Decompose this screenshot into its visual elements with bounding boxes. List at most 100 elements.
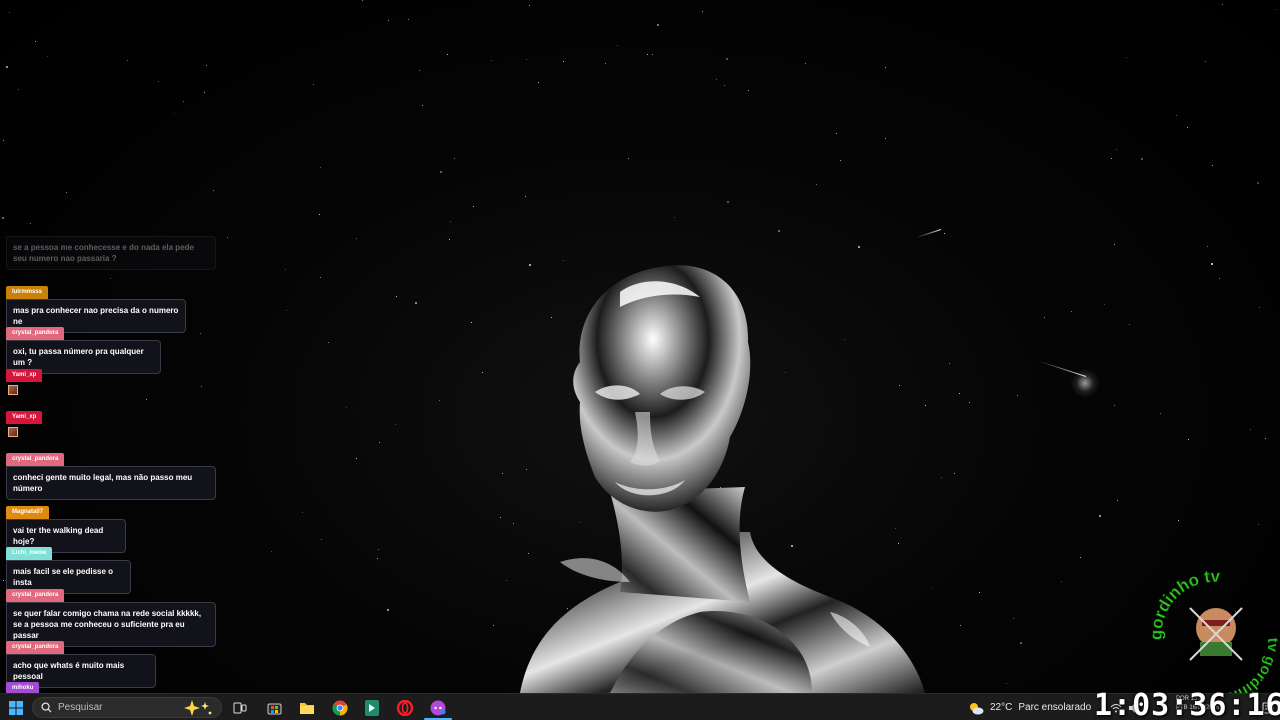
star bbox=[605, 63, 606, 64]
chrome-icon[interactable] bbox=[330, 698, 350, 717]
task-view-icon[interactable] bbox=[230, 698, 250, 717]
star bbox=[47, 56, 48, 57]
star bbox=[652, 54, 653, 55]
star bbox=[1061, 581, 1062, 582]
star bbox=[944, 233, 945, 234]
star bbox=[1188, 439, 1189, 440]
star bbox=[959, 393, 960, 394]
star bbox=[319, 214, 320, 215]
star bbox=[356, 238, 357, 239]
star bbox=[1250, 429, 1251, 430]
star bbox=[3, 140, 4, 141]
star bbox=[885, 138, 886, 139]
meteor-streak-small bbox=[916, 229, 942, 239]
star bbox=[493, 625, 494, 626]
microsoft-store-icon[interactable] bbox=[264, 698, 284, 717]
star bbox=[960, 625, 961, 626]
chat-username: crystal_pandora bbox=[6, 453, 65, 466]
copilot-sparkle-icon[interactable] bbox=[176, 698, 216, 717]
star bbox=[201, 386, 202, 387]
star bbox=[440, 171, 442, 173]
star bbox=[1126, 57, 1127, 58]
file-explorer-icon[interactable] bbox=[297, 698, 317, 717]
chat-message: Yami_xp bbox=[6, 363, 43, 398]
star bbox=[491, 60, 492, 61]
star bbox=[35, 41, 36, 42]
star bbox=[200, 333, 201, 334]
star bbox=[415, 302, 417, 304]
star bbox=[1104, 304, 1105, 305]
star bbox=[1071, 311, 1072, 312]
green-app-icon[interactable] bbox=[362, 698, 382, 717]
star bbox=[816, 184, 817, 185]
star bbox=[356, 458, 357, 459]
windows-start-icon[interactable] bbox=[6, 698, 26, 717]
star bbox=[1258, 524, 1259, 525]
star bbox=[387, 609, 389, 611]
star bbox=[378, 549, 379, 550]
star bbox=[1178, 520, 1179, 521]
star bbox=[1212, 165, 1213, 166]
chat-username: luirmmsss bbox=[6, 286, 49, 299]
star bbox=[377, 558, 378, 559]
chat-username: crystal_pandora bbox=[6, 327, 65, 340]
star bbox=[941, 477, 942, 478]
chat-message: Yami_xp bbox=[6, 405, 43, 440]
star bbox=[482, 372, 483, 373]
star bbox=[110, 278, 111, 279]
star bbox=[1141, 158, 1143, 160]
star bbox=[271, 551, 272, 552]
emote-icon bbox=[8, 427, 18, 437]
star bbox=[286, 310, 287, 311]
star bbox=[174, 113, 175, 114]
discord-icon[interactable] bbox=[428, 698, 448, 717]
chat-emote-bubble bbox=[6, 382, 42, 398]
star bbox=[563, 260, 564, 261]
star bbox=[1013, 618, 1014, 619]
star bbox=[1205, 61, 1206, 62]
star bbox=[1099, 515, 1101, 517]
star bbox=[1020, 642, 1022, 644]
chat-username: crystal_pandora bbox=[6, 641, 65, 654]
star bbox=[227, 237, 228, 238]
star bbox=[1211, 263, 1213, 265]
star bbox=[18, 89, 19, 90]
star bbox=[979, 592, 980, 593]
star bbox=[396, 296, 397, 297]
star bbox=[1257, 182, 1259, 184]
star bbox=[647, 54, 648, 55]
opera-icon[interactable] bbox=[395, 698, 415, 717]
weather-temp: 22°C bbox=[990, 702, 1013, 713]
star bbox=[1276, 9, 1277, 10]
star bbox=[379, 442, 380, 443]
star bbox=[1080, 557, 1081, 558]
star bbox=[2, 217, 4, 219]
star bbox=[1259, 307, 1260, 308]
star bbox=[748, 90, 749, 91]
star bbox=[840, 160, 841, 161]
star bbox=[30, 223, 31, 224]
star bbox=[450, 221, 451, 222]
star bbox=[320, 167, 321, 168]
star bbox=[285, 269, 286, 270]
chat-username: crystal_pandora bbox=[6, 589, 65, 602]
star bbox=[6, 66, 8, 68]
star bbox=[204, 92, 205, 93]
star bbox=[1129, 324, 1130, 325]
star bbox=[563, 61, 564, 62]
star bbox=[805, 63, 806, 64]
star bbox=[949, 363, 950, 364]
chat-message: mihokuisso e tipico de adolescente bbox=[6, 676, 121, 693]
star bbox=[1222, 4, 1223, 5]
weather-widget[interactable]: 22°C Parc ensolarado bbox=[968, 698, 1091, 717]
star bbox=[969, 402, 970, 403]
star bbox=[1207, 246, 1208, 247]
star bbox=[1117, 500, 1118, 501]
star bbox=[954, 473, 955, 474]
gordinho-tv-watermark: gordinho tv tv gordinho bbox=[1146, 566, 1280, 693]
star bbox=[422, 105, 423, 106]
chat-text: conheci gente muito legal, mas não passo… bbox=[6, 466, 216, 500]
star bbox=[1111, 158, 1112, 159]
star bbox=[724, 85, 725, 86]
star bbox=[1044, 317, 1045, 318]
